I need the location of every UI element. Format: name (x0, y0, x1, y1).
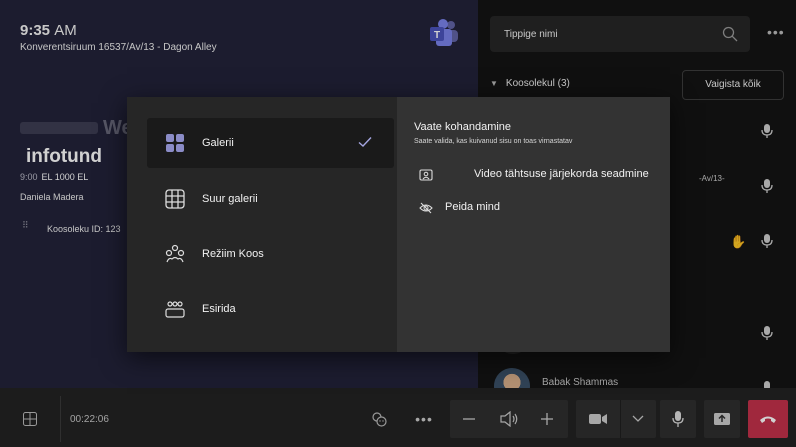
video-priority-option[interactable]: Video tähtsuse järjekorda seadmine (417, 166, 667, 188)
teams-room-screen: 9:35 AM Konverentsiruum 16537/Av/13 - Da… (0, 0, 796, 447)
layout-label: Galerii (202, 137, 234, 149)
divider (620, 400, 621, 438)
checkmark-icon (358, 137, 372, 147)
gallery-icon (166, 134, 184, 152)
layout-option-gallery[interactable]: Galerii (147, 118, 394, 168)
meeting-title: infotund (26, 146, 102, 167)
svg-text:T: T (434, 30, 440, 41)
front-row-icon (165, 301, 185, 318)
hang-up-button[interactable] (748, 400, 788, 438)
plus-icon (541, 413, 553, 425)
participant-mic-icon[interactable] (760, 380, 774, 388)
layout-label: Suur galerii (202, 193, 258, 205)
microphone-icon (672, 411, 684, 427)
layout-option-large-gallery[interactable]: Suur galerii (147, 174, 394, 224)
together-mode-icon (165, 244, 185, 263)
video-priority-label: Video tähtsuse järjekorda seadmine (474, 168, 649, 180)
layout-label: Esirida (202, 303, 236, 315)
clock: 9:35 AM (20, 22, 77, 39)
layout-options-popup: Galerii Suur galerii Režiim Koos Esirida… (127, 97, 670, 352)
large-gallery-icon (165, 189, 185, 209)
microphone-button[interactable] (660, 400, 696, 438)
hang-up-icon (760, 416, 776, 423)
reactions-icon (372, 412, 387, 427)
hide-me-option[interactable]: Peida mind (417, 199, 667, 221)
avatar (494, 368, 530, 388)
camera-icon (589, 414, 607, 424)
participant-name: Babak Shammas (542, 377, 619, 388)
meeting-organizer: Daniela Madera (20, 192, 84, 202)
participant-mic-icon[interactable] (760, 178, 774, 194)
layout-label: Režiim Koos (202, 248, 264, 260)
participant-mic-icon[interactable] (760, 233, 774, 249)
more-options-icon[interactable]: ••• (767, 24, 785, 40)
share-screen-button[interactable] (704, 400, 740, 438)
dialpad-icon: ⠿ (22, 220, 30, 230)
layout-option-together-mode[interactable]: Režiim Koos (147, 229, 394, 279)
layout-option-front-row[interactable]: Esirida (147, 284, 394, 334)
blurred-text (20, 122, 98, 134)
mute-all-button[interactable]: Vaigista kõik (682, 70, 784, 100)
teams-logo-icon: T (430, 19, 458, 46)
meeting-id: Koosoleku ID: 123 (47, 224, 121, 234)
minus-icon (463, 418, 475, 420)
layout-grid-icon[interactable] (23, 412, 37, 426)
meeting-time: 9:00 EL 1000 EL (20, 172, 89, 182)
customize-view-subtitle: Saate valida, kas kuivanud sisu on toas … (414, 138, 573, 145)
room-name: Konverentsiruum 16537/Av/13 - Dagon Alle… (20, 42, 217, 53)
volume-control (450, 400, 568, 438)
more-actions-icon[interactable]: ••• (410, 400, 438, 438)
call-timer: 00:22:06 (70, 414, 109, 425)
participant-mic-icon[interactable] (760, 325, 774, 341)
camera-button[interactable] (580, 400, 616, 438)
layout-list: Galerii Suur galerii Režiim Koos Esirida (127, 97, 397, 352)
raised-hand-icon: ✋ (730, 234, 747, 249)
hide-me-label: Peida mind (445, 201, 501, 213)
customize-view-section: Vaate kohandamine Saate valida, kas kuiv… (397, 97, 670, 352)
reactions-button[interactable] (365, 400, 393, 438)
volume-up-button[interactable] (534, 400, 560, 438)
call-control-bar: 00:22:06 ••• (0, 388, 796, 447)
chevron-down-icon (632, 415, 644, 422)
divider (60, 396, 61, 442)
chevron-down-icon: ▼ (490, 79, 498, 88)
search-placeholder: Tippige nimi (504, 29, 558, 40)
search-icon (722, 26, 738, 42)
volume-down-button[interactable] (456, 400, 482, 438)
person-frame-icon (419, 169, 433, 181)
speaker-icon (496, 400, 522, 438)
search-input[interactable]: Tippige nimi (490, 16, 750, 52)
participant-room-snippet: -Av/13- (699, 174, 725, 183)
share-icon (714, 413, 730, 425)
camera-options-button[interactable] (622, 400, 654, 438)
camera-control (576, 400, 656, 438)
customize-view-title: Vaate kohandamine (414, 121, 512, 133)
participant-mic-icon[interactable] (760, 123, 774, 139)
in-meeting-section[interactable]: ▼ Koosolekul (3) (490, 78, 570, 89)
eye-off-icon (419, 202, 433, 214)
